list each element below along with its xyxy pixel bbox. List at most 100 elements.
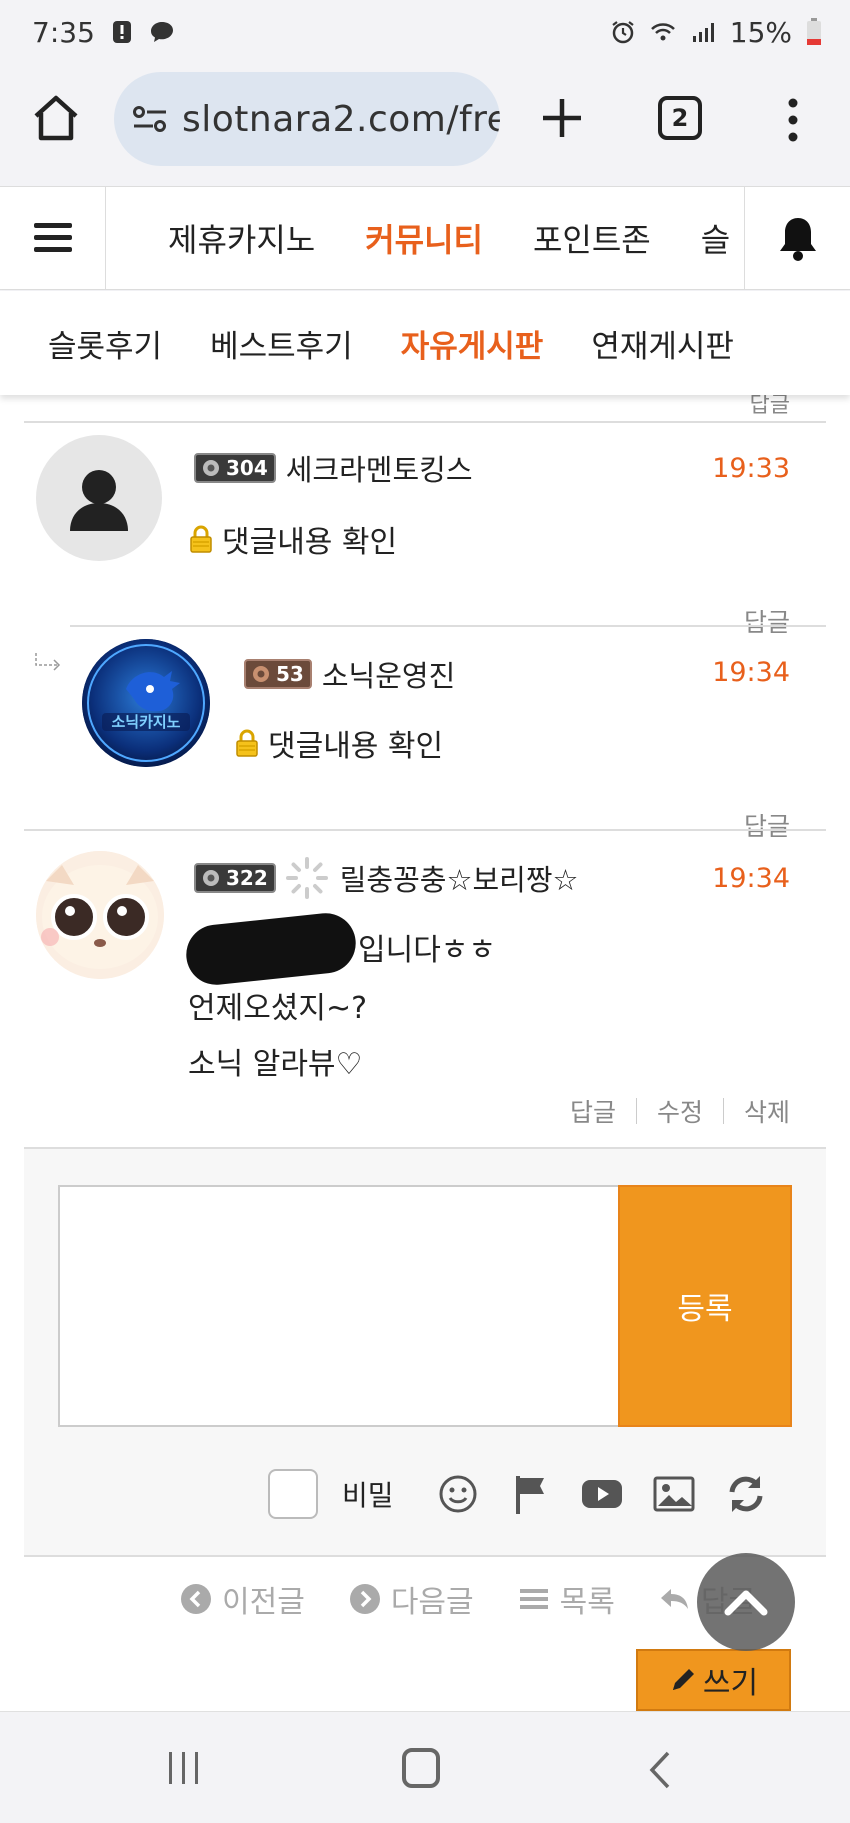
site-header: 제휴카지노 커뮤니티 포인트존 슬 <box>0 186 850 290</box>
lock-icon <box>190 525 212 553</box>
divider <box>24 829 826 831</box>
comment-text-line: 소닉 알라뷰♡ <box>188 1047 363 1082</box>
secret-label: 비밀 <box>342 1479 394 1512</box>
new-tab-icon[interactable] <box>538 94 586 142</box>
comment-actions: 답글 수정 삭제 <box>570 1093 790 1129</box>
lock-icon <box>236 729 258 757</box>
username[interactable]: 릴충꽁충☆보리짱☆ <box>340 857 579 899</box>
username[interactable]: 세크라멘토킹스 <box>286 447 473 489</box>
submit-comment-button[interactable]: 등록 <box>618 1185 792 1427</box>
url-text: slotnara2.com/fre <box>182 98 500 140</box>
site-settings-icon[interactable] <box>132 103 168 135</box>
next-post-link[interactable]: 다음글 <box>349 1577 474 1621</box>
tab-switcher-button[interactable]: 2 <box>658 96 702 140</box>
chat-bubble-icon <box>150 22 173 42</box>
comment-body: 댓글내용 확인 <box>188 517 397 561</box>
next-post-label: 다음글 <box>390 1585 474 1620</box>
nav-item-slot[interactable]: 슬 <box>701 215 730 261</box>
comment-time: 19:34 <box>712 863 790 894</box>
reply-link[interactable]: 답글 <box>570 1093 616 1129</box>
level-number: 304 <box>226 456 268 480</box>
browser-toolbar: slotnara2.com/fre 2 <box>0 64 850 184</box>
level-gear-icon <box>203 870 219 886</box>
level-badge: 53 <box>244 659 312 689</box>
wifi-icon <box>650 23 675 41</box>
hamburger-menu-button[interactable] <box>0 187 106 289</box>
tab-count: 2 <box>671 104 689 132</box>
reply-arrow-icon <box>35 653 61 671</box>
reply-link[interactable]: 답글 <box>750 395 790 419</box>
list-label: 목록 <box>559 1585 615 1620</box>
default-user-icon <box>70 470 128 531</box>
chevron-left-circle-icon <box>181 1584 211 1614</box>
comment-section: 답글 304 세크라멘토킹스 19:33 댓글내용 확인 답글 소닉카지노 53… <box>0 395 850 1711</box>
level-gear-icon <box>253 666 269 682</box>
signal-icon <box>692 23 714 42</box>
alarm-icon <box>612 21 634 44</box>
comment-text: 댓글내용 확인 <box>268 729 444 764</box>
level-number: 322 <box>226 866 268 890</box>
list-link[interactable]: 목록 <box>518 1577 615 1621</box>
comment-meta: 304 세크라멘토킹스 <box>194 447 473 489</box>
sub-nav-free-board[interactable]: 자유게시판 <box>401 321 544 366</box>
status-bar: 7:35 15% <box>0 0 850 64</box>
youtube-icon[interactable] <box>580 1472 624 1516</box>
scroll-to-top-button[interactable] <box>697 1553 795 1651</box>
sub-nav-slot-review[interactable]: 슬롯후기 <box>48 321 162 366</box>
nav-item-point-zone[interactable]: 포인트존 <box>533 215 651 261</box>
pencil-icon <box>672 1669 694 1690</box>
comment-text-line: 입니다ㅎㅎ <box>358 933 496 968</box>
reply-link[interactable]: 답글 <box>744 807 790 843</box>
battery-icon <box>807 18 821 45</box>
board-sub-nav: 슬롯후기 베스트후기 자유게시판 연재게시판 <box>0 291 850 395</box>
sub-nav-best-review[interactable]: 베스트후기 <box>210 321 353 366</box>
sonic-casino-logo: 소닉카지노 <box>82 639 210 767</box>
cartoon-character-avatar <box>36 851 164 979</box>
alert-notification-icon <box>112 21 131 43</box>
submit-label: 등록 <box>677 1292 733 1327</box>
comment-textarea[interactable] <box>58 1185 618 1427</box>
bell-icon <box>779 218 816 261</box>
level-badge: 304 <box>194 453 276 483</box>
back-icon[interactable] <box>648 1750 672 1790</box>
comment-meta: 322 릴충꽁충☆보리짱☆ <box>194 855 579 901</box>
system-navigation-bar <box>0 1711 850 1823</box>
prev-post-label: 이전글 <box>222 1585 305 1620</box>
loading-spinner-icon <box>285 857 328 899</box>
emoji-icon[interactable] <box>436 1472 480 1516</box>
nav-item-community[interactable]: 커뮤니티 <box>365 215 483 261</box>
edit-link[interactable]: 수정 <box>657 1093 703 1129</box>
level-gear-icon <box>203 460 219 476</box>
write-post-button[interactable]: 쓰기 <box>636 1649 791 1711</box>
level-number: 53 <box>276 662 304 686</box>
image-icon[interactable] <box>652 1472 696 1516</box>
comment-time: 19:33 <box>712 453 790 484</box>
secret-checkbox[interactable] <box>268 1469 318 1519</box>
home-icon[interactable] <box>30 92 82 144</box>
recent-apps-icon[interactable] <box>165 1750 203 1786</box>
notifications-button[interactable] <box>744 187 850 289</box>
action-separator <box>635 1098 637 1124</box>
prev-post-link[interactable]: 이전글 <box>180 1577 305 1621</box>
chevron-up-icon <box>724 1590 768 1616</box>
comment-text: 댓글내용 확인 <box>222 525 398 560</box>
list-icon <box>519 1589 548 1609</box>
nav-item-partner-casino[interactable]: 제휴카지노 <box>168 215 315 261</box>
comment-toolbar: 비밀 <box>268 1469 782 1519</box>
flag-icon[interactable] <box>508 1472 552 1516</box>
sub-nav-serial-board[interactable]: 연재게시판 <box>591 321 734 366</box>
refresh-icon[interactable] <box>724 1472 768 1516</box>
more-options-icon[interactable] <box>782 96 804 144</box>
comment-meta: 53 소닉운영진 <box>244 653 455 695</box>
username[interactable]: 소닉운영진 <box>322 653 455 695</box>
reply-link[interactable]: 답글 <box>744 603 790 639</box>
system-home-button[interactable] <box>402 1748 440 1788</box>
delete-link[interactable]: 삭제 <box>744 1093 790 1129</box>
avatar: 소닉카지노 <box>82 639 210 767</box>
url-bar[interactable]: slotnara2.com/fre <box>114 72 500 166</box>
avatar <box>36 851 164 979</box>
reply-icon <box>660 1589 688 1609</box>
avatar <box>36 435 162 561</box>
comment-time: 19:34 <box>712 657 790 688</box>
divider <box>70 625 826 627</box>
